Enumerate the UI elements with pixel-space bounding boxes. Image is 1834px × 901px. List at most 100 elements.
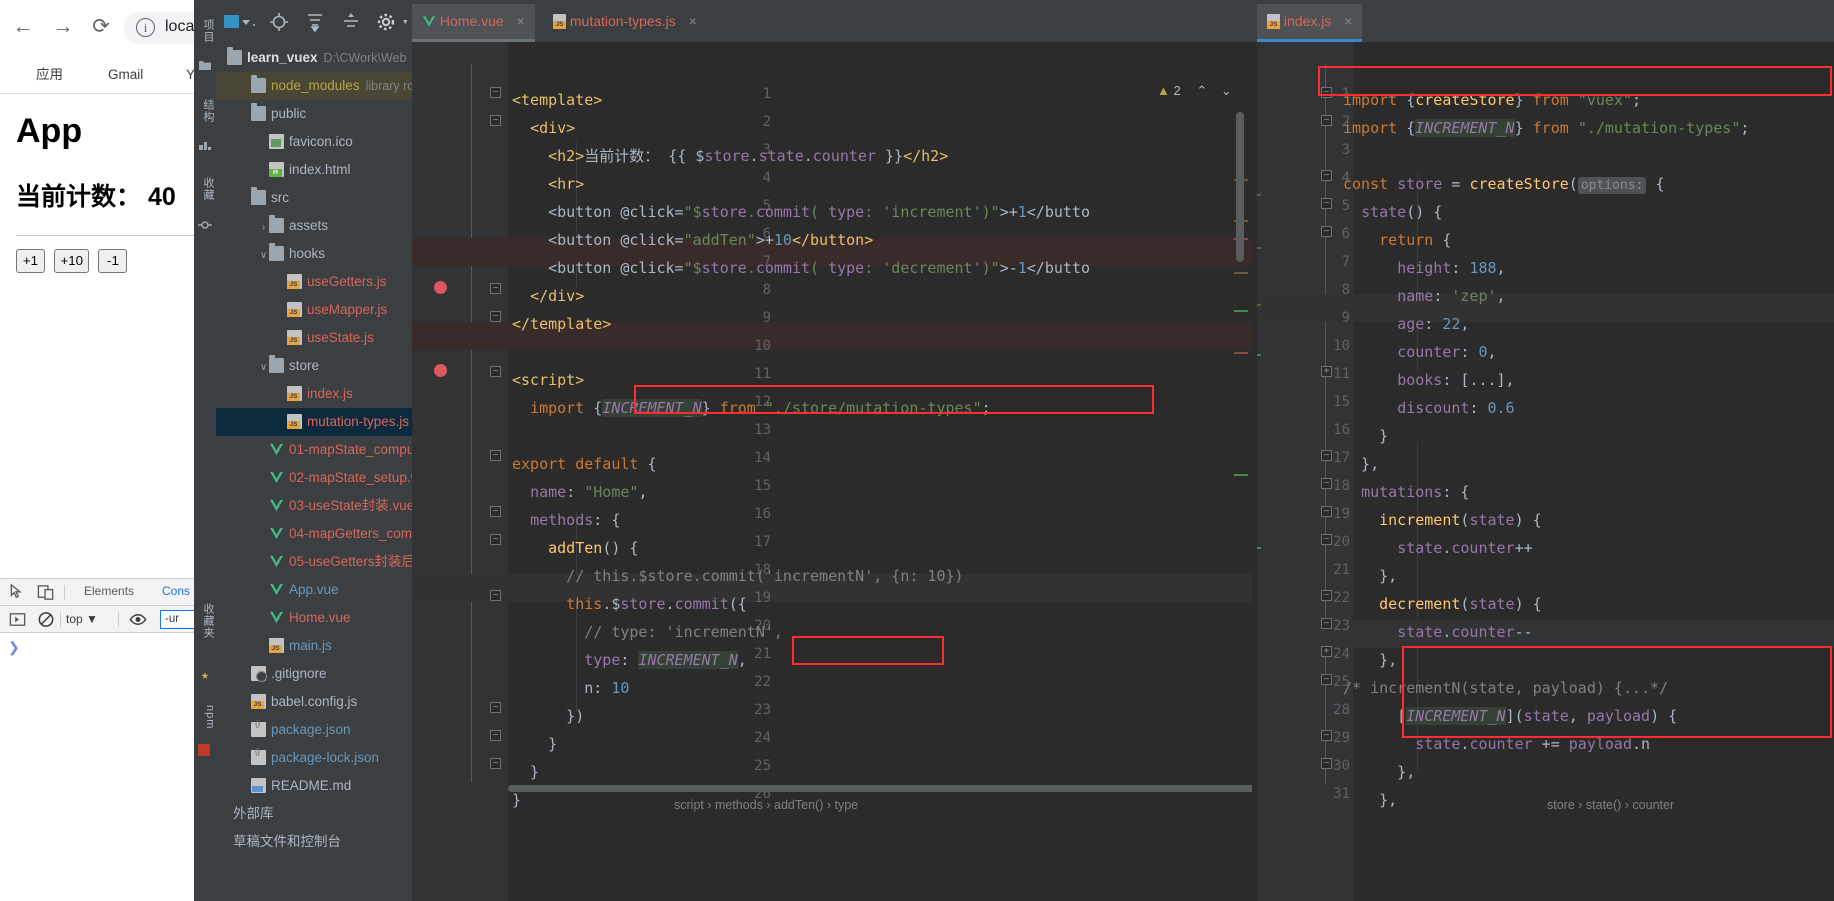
code-line[interactable]: state.counter++: [1343, 534, 1532, 562]
fold-marker[interactable]: −: [1321, 506, 1332, 517]
code-line[interactable]: <button @click="$store.commit( type: 'in…: [512, 198, 1090, 226]
code-line[interactable]: // type: 'incrementN',: [512, 618, 783, 646]
tree-item[interactable]: 02-mapState_setup.v: [216, 464, 412, 492]
expand-arrow-icon[interactable]: ∨: [258, 354, 269, 382]
code-line[interactable]: },: [1343, 562, 1397, 590]
chevron-down-icon[interactable]: ⌄: [1221, 83, 1232, 98]
fold-marker[interactable]: −: [1321, 87, 1332, 98]
close-icon[interactable]: ×: [689, 13, 697, 29]
code-line[interactable]: age: 22,: [1343, 310, 1469, 338]
decrement-button[interactable]: -1: [98, 249, 128, 273]
fold-marker[interactable]: −: [1321, 758, 1332, 769]
code-line[interactable]: state() {: [1343, 198, 1442, 226]
chevron-up-icon[interactable]: ⌃: [1196, 83, 1207, 98]
editor-tab-home-vue[interactable]: Home.vue ×: [412, 4, 535, 42]
tree-item[interactable]: babel.config.js: [216, 688, 412, 716]
code-line[interactable]: [INCREMENT_N](state, payload) {: [1343, 702, 1677, 730]
code-line[interactable]: }): [512, 702, 584, 730]
code-line[interactable]: },: [1343, 646, 1397, 674]
fold-marker-expand[interactable]: +: [1321, 366, 1332, 377]
expand-arrow-icon[interactable]: ∨: [258, 242, 269, 270]
tool-tab-npm[interactable]: npm: [194, 700, 216, 734]
fold-marker[interactable]: −: [1321, 730, 1332, 741]
console-context-selector[interactable]: top ▼: [66, 612, 98, 626]
tree-item[interactable]: src: [216, 184, 412, 212]
tool-tab-project[interactable]: 项目: [194, 8, 216, 54]
code-line[interactable]: },: [1343, 786, 1397, 814]
clear-console-icon[interactable]: [36, 610, 56, 629]
fold-marker[interactable]: −: [1321, 115, 1332, 126]
tree-item[interactable]: useMapper.js: [216, 296, 412, 324]
fold-marker[interactable]: −: [490, 590, 501, 601]
close-icon[interactable]: ×: [517, 13, 525, 29]
add-ten-button[interactable]: +10: [54, 249, 90, 273]
inspect-icon[interactable]: [8, 583, 28, 602]
eye-icon[interactable]: [128, 610, 148, 629]
tree-item[interactable]: ∨ store: [216, 352, 412, 380]
code-line[interactable]: mutations: {: [1343, 478, 1469, 506]
code-line[interactable]: import {createStore} from "vuex";: [1343, 86, 1641, 114]
locate-icon[interactable]: [269, 12, 289, 32]
code-line[interactable]: name: "Home",: [512, 478, 647, 506]
fold-marker[interactable]: −: [1321, 618, 1332, 629]
code-line[interactable]: }: [512, 758, 539, 786]
tree-item[interactable]: ∨ hooks: [216, 240, 412, 268]
code-line[interactable]: const store = createStore(options: {: [1343, 170, 1665, 198]
tree-item[interactable]: index.html: [216, 156, 412, 184]
marker-stripe[interactable]: [1234, 272, 1248, 274]
project-tree-panel[interactable]: learn_vuex D:\CWork\Web node_modules libra…: [216, 42, 412, 901]
code-line[interactable]: export default {: [512, 450, 657, 478]
code-line[interactable]: decrement(state) {: [1343, 590, 1542, 618]
tool-tab-structure[interactable]: 结构: [194, 88, 216, 134]
tree-item[interactable]: package.json: [216, 710, 412, 744]
bookmark-gmail-label[interactable]: Gmail: [108, 65, 143, 85]
fold-marker[interactable]: −: [490, 87, 501, 98]
fold-marker[interactable]: −: [490, 366, 501, 377]
warning-indicator[interactable]: ▲ 2 ⌃ ⌄: [1157, 83, 1232, 99]
tree-item[interactable]: App.vue: [216, 576, 412, 604]
fold-marker[interactable]: −: [490, 283, 501, 294]
devtools-tab-console[interactable]: Cons: [162, 584, 190, 598]
code-line[interactable]: counter: 0,: [1343, 338, 1496, 366]
fold-marker[interactable]: −: [1321, 534, 1332, 545]
tree-item[interactable]: node_modules library ro: [216, 72, 412, 100]
code-line[interactable]: return {: [1343, 226, 1451, 254]
fold-marker[interactable]: −: [1321, 170, 1332, 181]
code-line[interactable]: import {INCREMENT_N} from "./mutation-ty…: [1343, 114, 1749, 142]
vertical-scrollbar[interactable]: [1236, 112, 1244, 262]
tree-item[interactable]: favicon.ico: [216, 128, 412, 156]
tree-item[interactable]: mutation-types.js: [216, 408, 412, 436]
right-breadcrumb[interactable]: store › state() › counter: [1547, 798, 1674, 812]
code-line[interactable]: },: [1343, 758, 1415, 786]
collapse-all-icon[interactable]: [341, 12, 361, 32]
fold-marker[interactable]: −: [1321, 674, 1332, 685]
code-line[interactable]: type: INCREMENT_N,: [512, 646, 747, 674]
code-line[interactable]: /* incrementN(state, payload) {...*/: [1343, 674, 1668, 702]
tree-item[interactable]: › assets: [216, 212, 412, 240]
marker-stripe[interactable]: [1234, 310, 1248, 312]
code-line[interactable]: <hr>: [512, 170, 584, 198]
horizontal-scrollbar[interactable]: [508, 785, 1252, 792]
tree-item[interactable]: package-lock.json: [216, 738, 412, 772]
left-editor-pane[interactable]: 1 <template> 2 <div> 3 <h2>当前计数： {{ $store.…: [412, 42, 1252, 901]
code-line[interactable]: }: [1343, 422, 1388, 450]
tree-item[interactable]: 03-useState封装.vue: [216, 492, 412, 520]
left-breadcrumb[interactable]: script › methods › addTen() › type: [674, 798, 858, 812]
code-line[interactable]: n: 10: [512, 674, 629, 702]
fold-marker[interactable]: −: [490, 115, 501, 126]
code-line[interactable]: <script>: [512, 366, 584, 394]
marker-stripe[interactable]: [1257, 547, 1261, 549]
left-gutter[interactable]: [412, 42, 508, 901]
reload-button[interactable]: ⟳: [86, 12, 116, 42]
console-prompt-icon[interactable]: ❯: [8, 639, 20, 656]
marker-stripe[interactable]: [1257, 354, 1261, 356]
code-line[interactable]: <template>: [512, 86, 602, 114]
code-line[interactable]: name: 'zep',: [1343, 282, 1505, 310]
site-info-icon[interactable]: i: [136, 18, 155, 37]
code-line[interactable]: <div>: [512, 114, 575, 142]
breakpoint-line-11[interactable]: [434, 364, 447, 377]
code-line[interactable]: <h2>当前计数： {{ $store.state.counter }}</h2…: [512, 142, 948, 170]
tree-item[interactable]: 外部库: [216, 800, 412, 828]
fold-marker[interactable]: −: [490, 730, 501, 741]
breakpoint-line-8[interactable]: [434, 281, 447, 294]
